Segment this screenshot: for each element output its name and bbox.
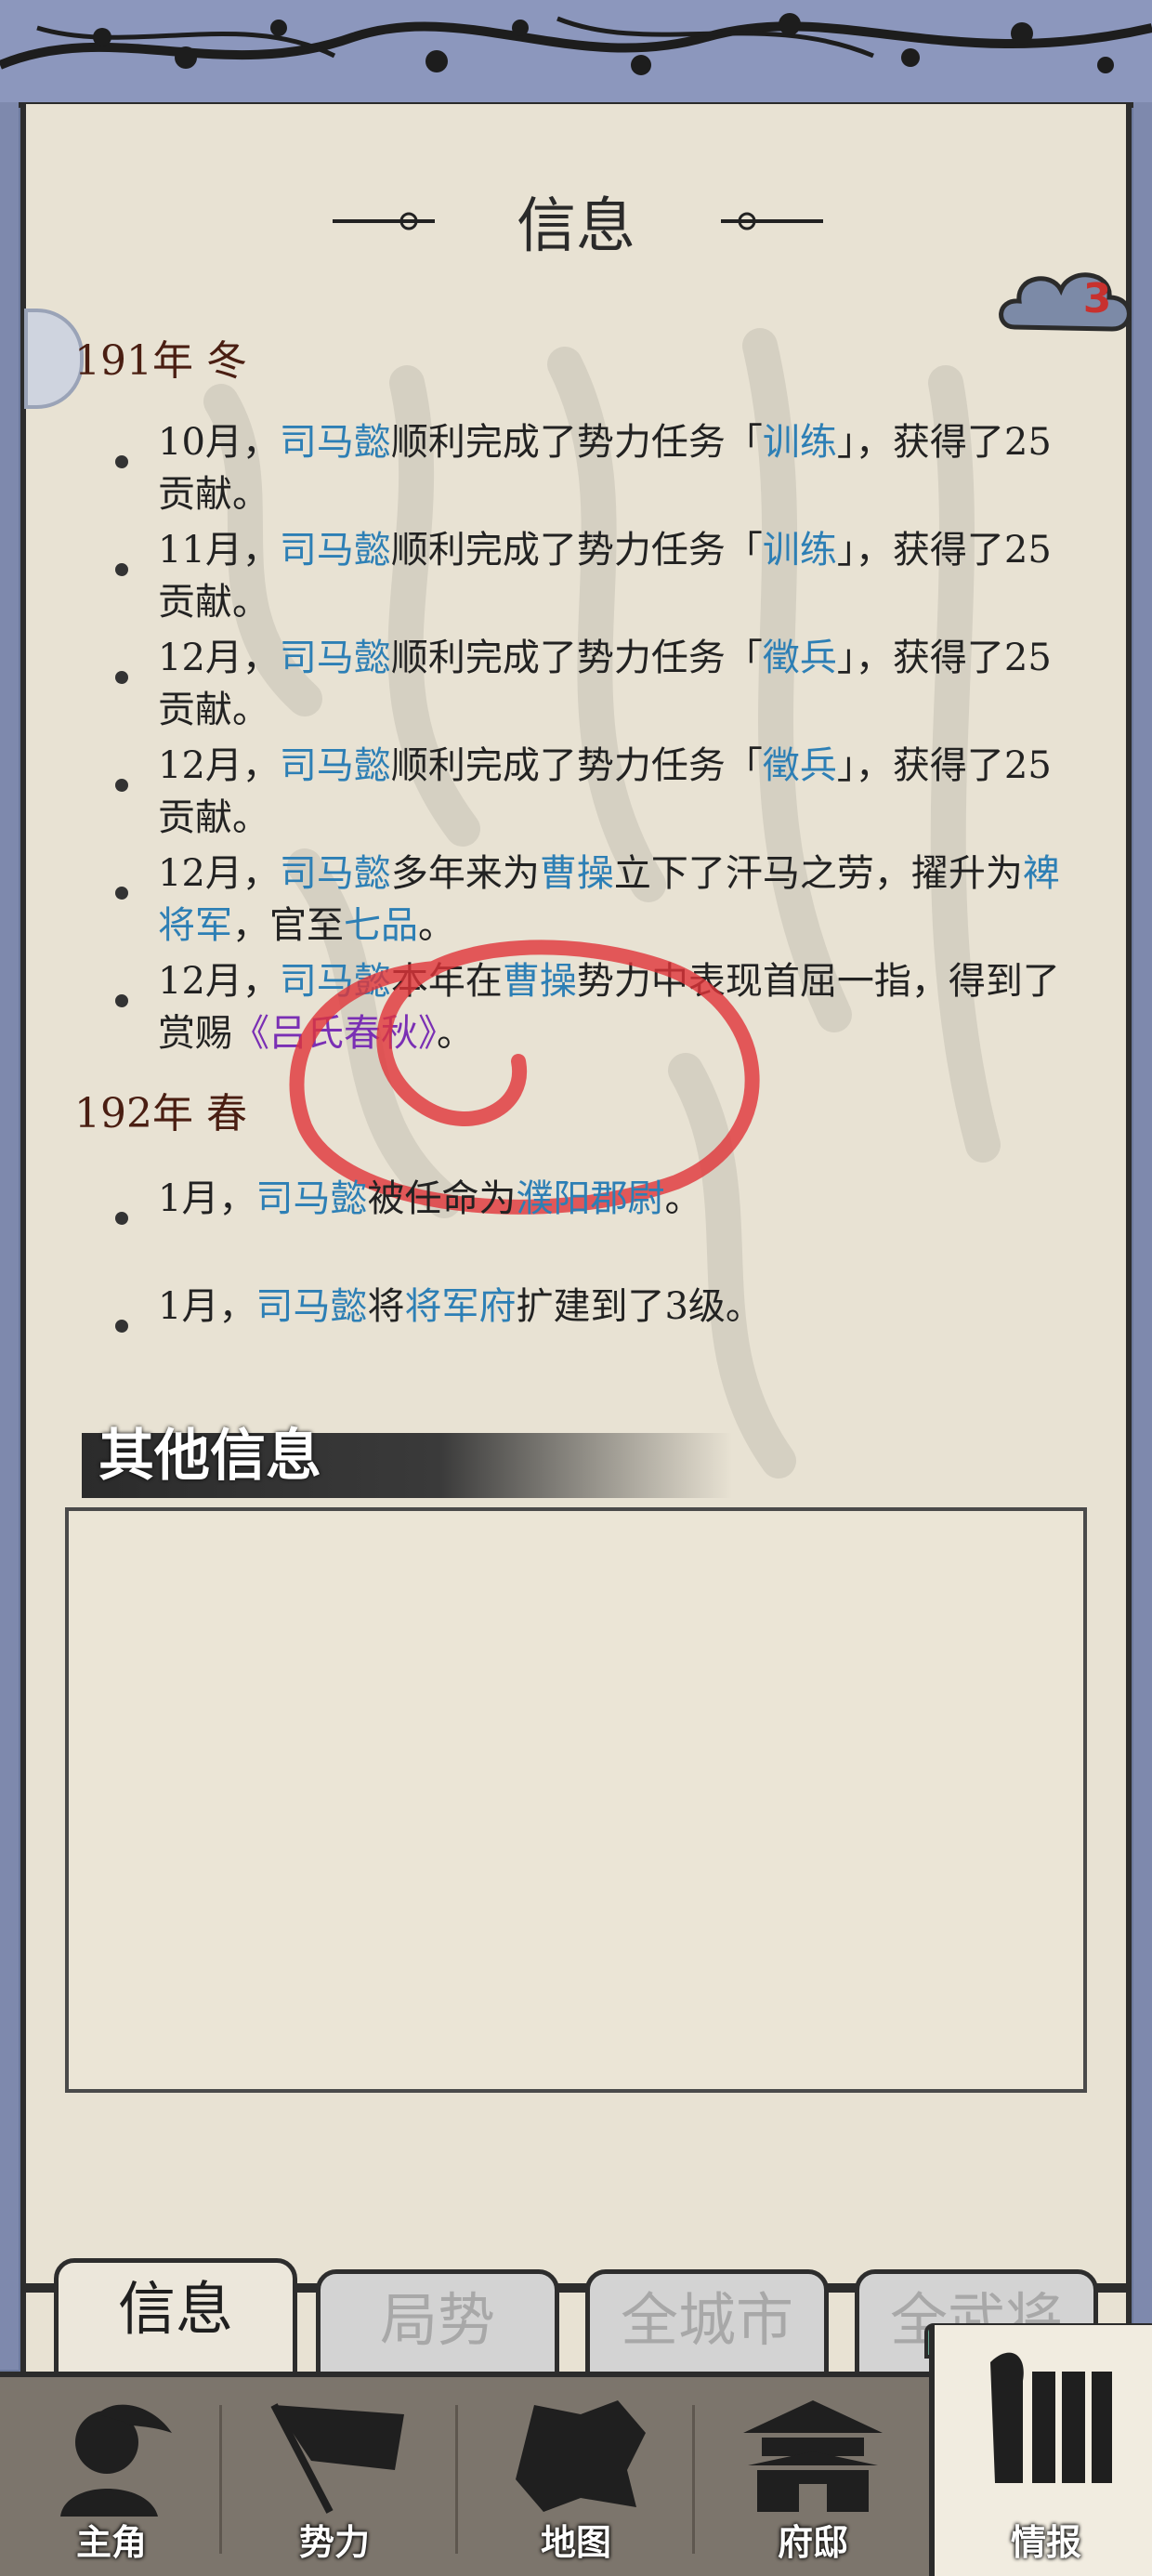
nav-intel[interactable]: 情报 [929, 2325, 1152, 2576]
bullet-icon [115, 1320, 128, 1333]
top-decorative-band [0, 0, 1152, 108]
log-entry: 1月，司马懿被任命为濮阳郡尉。 [158, 1177, 702, 1220]
character-link[interactable]: 司马懿 [280, 744, 391, 787]
task-link[interactable]: 训练 [763, 421, 837, 464]
character-link[interactable]: 司马懿 [280, 421, 391, 464]
tab-all-cities[interactable]: 全城市 [585, 2269, 829, 2381]
other-info-box [65, 1507, 1087, 2093]
warrior-icon [60, 2404, 172, 2517]
log-entry: 11月，司马懿顺利完成了势力任务「训练」，获得了25贡献。 [158, 529, 1052, 624]
bottom-nav: 主角 势力 地图 府邸 情报 [0, 2325, 1152, 2576]
page-title: 信息 [517, 192, 635, 261]
season-heading: 192年 春 [74, 1090, 247, 1137]
log-entry: 12月，司马懿顺利完成了势力任务「徵兵」，获得了25贡献。 [158, 637, 1052, 731]
flag-icon [270, 2403, 404, 2514]
map-icon [516, 2400, 646, 2512]
log-entry: 1月，司马懿将将军府扩建到了3级。 [158, 1285, 763, 1328]
bullet-icon [115, 455, 128, 468]
character-link[interactable]: 司马懿 [280, 637, 391, 679]
nav-divider [455, 2405, 458, 2554]
building-link[interactable]: 将军府 [404, 1285, 516, 1328]
character-link[interactable]: 司马懿 [280, 852, 391, 895]
nav-divider [219, 2405, 222, 2554]
office-link[interactable]: 濮阳郡尉 [516, 1177, 664, 1220]
info-panel: 信息 3 191年 冬 10月，司马懿顺利完成了势力任务「训练」，获得了25贡献… [20, 104, 1132, 2381]
title-ornament-right [721, 212, 823, 230]
character-link[interactable]: 司马懿 [255, 1285, 367, 1328]
lord-link[interactable]: 曹操 [540, 852, 614, 895]
left-frame [0, 102, 19, 2370]
bullet-icon [115, 1212, 128, 1225]
tab-info[interactable]: 信息 [54, 2258, 297, 2381]
bullet-icon [115, 563, 128, 576]
building-icon [743, 2400, 883, 2512]
panel-header: 信息 3 [26, 104, 1132, 332]
bullet-icon [115, 671, 128, 684]
nav-divider [692, 2405, 695, 2554]
bullet-icon [115, 887, 128, 900]
log-entry: 12月，司马懿顺利完成了势力任务「徵兵」，获得了25贡献。 [158, 744, 1052, 839]
nav-residence[interactable]: 府邸 [701, 2377, 924, 2576]
log-entry: 10月，司马懿顺利完成了势力任务「训练」，获得了25贡献。 [158, 421, 1052, 516]
bullet-icon [115, 779, 128, 792]
nav-faction[interactable]: 势力 [223, 2377, 446, 2576]
badge-count: 3 [1082, 275, 1112, 322]
task-link[interactable]: 徵兵 [763, 744, 837, 787]
tab-situation[interactable]: 局势 [316, 2269, 559, 2381]
bullet-icon [115, 994, 128, 1007]
scroll-icon [990, 2352, 1112, 2483]
season-heading: 191年 冬 [74, 337, 247, 385]
character-link[interactable]: 司马懿 [255, 1177, 367, 1220]
right-frame [1133, 102, 1152, 2370]
character-link[interactable]: 司马懿 [280, 529, 391, 572]
task-link[interactable]: 徵兵 [763, 637, 837, 679]
task-link[interactable]: 训练 [763, 529, 837, 572]
nav-map[interactable]: 地图 [465, 2377, 687, 2576]
other-info-title: 其他信息 [98, 1424, 321, 1489]
nav-protagonist[interactable]: 主角 [0, 2377, 223, 2576]
